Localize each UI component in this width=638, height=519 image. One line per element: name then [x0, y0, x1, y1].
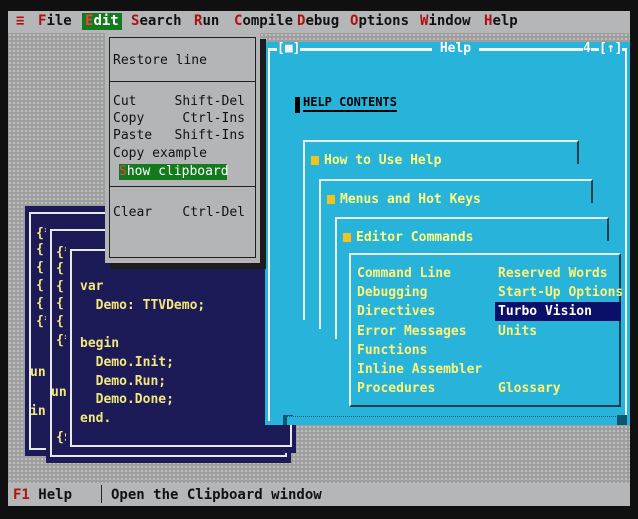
topic-directives[interactable]: Directives [357, 302, 435, 321]
status-bar: F1 Help Open the Clipboard window [8, 483, 630, 506]
code-line: un [51, 385, 67, 400]
menu-run[interactable]: Run [194, 13, 219, 30]
status-divider [101, 485, 102, 503]
menu-separator [110, 186, 255, 187]
tab-border [303, 140, 305, 320]
code-line: { [56, 261, 64, 276]
topic-glossary[interactable]: Glossary [498, 379, 561, 398]
menu-item-show-clipboard[interactable]: Show clipboard [119, 164, 229, 180]
menu-file[interactable]: File [38, 13, 72, 30]
code-line: Demo.Run; [80, 374, 167, 389]
code-line: end. [80, 411, 112, 426]
bullet-icon [343, 233, 351, 242]
status-f1-help[interactable]: F1 Help [13, 487, 72, 503]
code-line: un [30, 365, 46, 380]
status-message: Open the Clipboard window [111, 487, 322, 503]
topic-reserved-words[interactable]: Reserved Words [498, 264, 608, 283]
menu-item-copy-example[interactable]: Copy example [113, 146, 207, 162]
menu-debug[interactable]: Debug [297, 13, 339, 30]
close-box-icon[interactable]: [■] [277, 42, 301, 56]
bullet-icon [311, 156, 319, 165]
tab-editor-commands[interactable]: Editor Commands [343, 230, 473, 246]
bullet-icon [327, 195, 335, 204]
topic-error-messages[interactable]: Error Messages [357, 322, 467, 341]
menu-compile[interactable]: Compile [234, 13, 293, 30]
code-line: { [56, 296, 64, 311]
zoom-box-icon[interactable]: [↑] [599, 42, 623, 56]
tab-border [319, 179, 321, 329]
code-line: { [56, 279, 64, 294]
contents-marker [295, 97, 300, 113]
help-window-title: Help [432, 41, 479, 56]
scroll-right-icon[interactable] [617, 415, 627, 425]
code-line: { [36, 260, 44, 275]
code-line: Demo.Done; [80, 392, 174, 407]
menu-bar: ≡ File Edit Search Run Compile Debug Opt… [8, 11, 630, 33]
topic-inline-assembler[interactable]: Inline Assembler [357, 360, 482, 379]
help-title-bar: [■] Help 4 [↑] [265, 42, 630, 56]
topic-debugging[interactable]: Debugging [357, 283, 427, 302]
edit-dropdown-menu: Restore line Cut Shift-Del Copy Ctrl-Ins P… [105, 33, 260, 263]
system-menu-icon[interactable]: ≡ [16, 13, 24, 30]
menu-item-copy[interactable]: Copy Ctrl-Ins [113, 111, 245, 127]
menu-edit[interactable]: Edit [82, 13, 122, 30]
menu-item-clear[interactable]: Clear Ctrl-Del [113, 205, 245, 221]
menu-search[interactable]: Search [131, 13, 182, 30]
menu-item-restore-line[interactable]: Restore line [113, 53, 207, 69]
code-line: Demo.Init; [80, 355, 174, 370]
menu-item-cut[interactable]: Cut Shift-Del [113, 94, 245, 110]
editor-window-active[interactable]: var Demo: TTVDemo; begin Demo.Init; Demo… [66, 243, 296, 453]
code-line: { [36, 278, 44, 293]
code-line: var [80, 279, 104, 294]
window-number: 4 [583, 41, 591, 56]
code-line: { [56, 314, 64, 329]
tab-border [335, 217, 337, 339]
code-line: { [36, 242, 44, 257]
code-line: { [36, 296, 44, 311]
topic-units[interactable]: Units [498, 322, 537, 341]
horizontal-scrollbar[interactable] [287, 416, 622, 425]
topic-start-up-options[interactable]: Start-Up Options [498, 283, 623, 302]
topic-command-line[interactable]: Command Line [357, 264, 451, 283]
topic-turbo-vision[interactable]: Turbo Vision [495, 302, 621, 321]
menu-item-paste[interactable]: Paste Shift-Ins [113, 128, 245, 144]
topic-procedures[interactable]: Procedures [357, 379, 435, 398]
menu-options[interactable]: Options [350, 13, 409, 30]
code-line: in [30, 404, 46, 419]
menu-help[interactable]: Help [484, 13, 518, 30]
tab-menus-and-hot-keys[interactable]: Menus and Hot Keys [327, 192, 481, 208]
code-line: Demo: TTVDemo; [80, 298, 206, 313]
menu-separator [110, 81, 255, 82]
topic-functions[interactable]: Functions [357, 341, 427, 360]
menu-window[interactable]: Window [420, 13, 471, 30]
turbo-pascal-ide: ≡ File Edit Search Run Compile Debug Opt… [8, 11, 630, 506]
code-line: begin [80, 336, 120, 351]
tab-how-to-use-help[interactable]: How to Use Help [311, 153, 441, 169]
help-window[interactable]: [■] Help 4 [↑] HELP CONTENTS How to Use … [265, 42, 630, 425]
help-contents-heading: HELP CONTENTS [303, 94, 397, 112]
